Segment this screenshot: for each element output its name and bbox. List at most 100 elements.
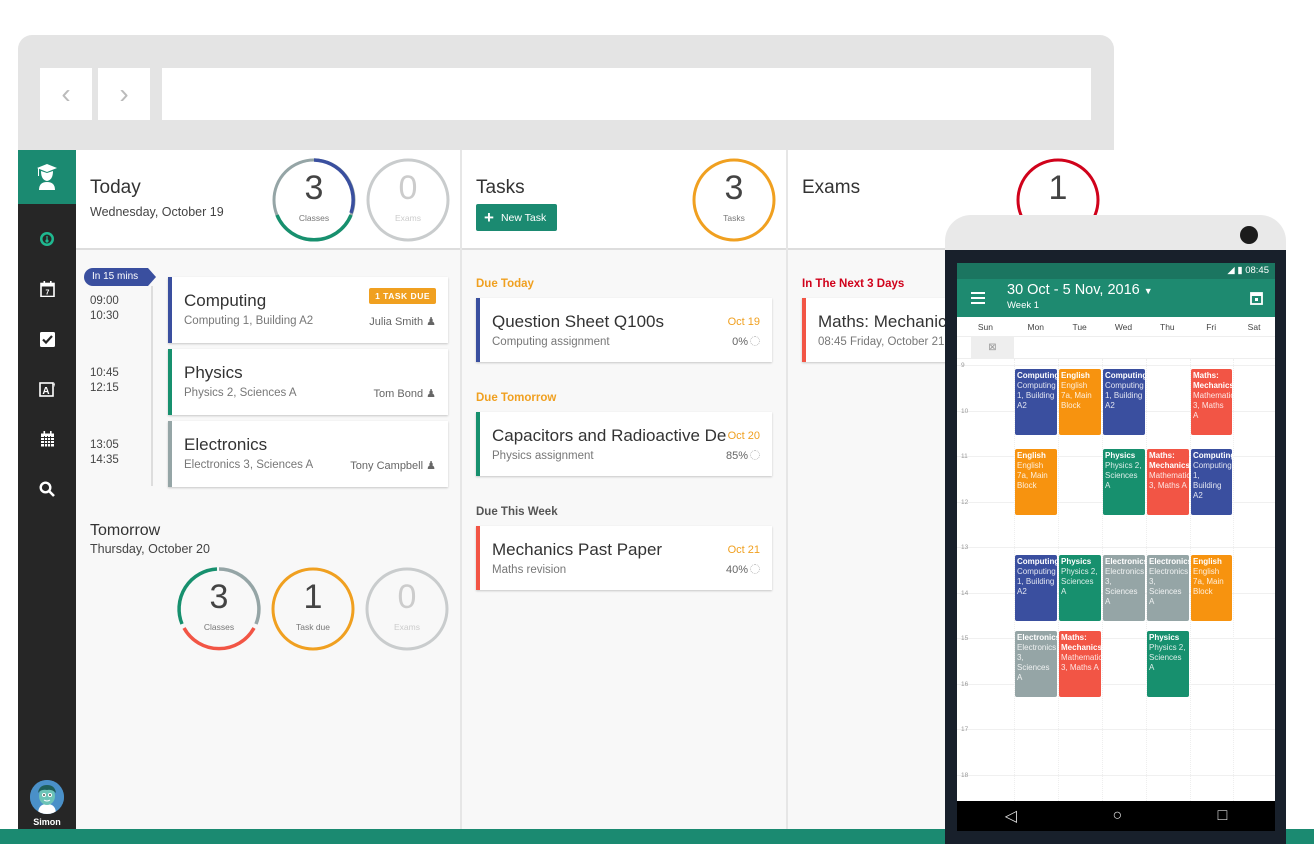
class-card[interactable]: Electronics Electronics 3, Sciences A To…: [168, 421, 448, 487]
calendar-today-icon[interactable]: [1250, 291, 1263, 305]
phone-mockup: ◢ ▮ 08:45 30 Oct - 5 Nov, 2016 ▼ Week 1 …: [945, 215, 1286, 844]
tomorrow-classes-ring[interactable]: 3 Classes: [176, 566, 262, 652]
progress-icon: [750, 336, 760, 346]
svg-text:A: A: [42, 386, 49, 397]
calendar-event[interactable]: English English 7a, Main Block: [1015, 448, 1057, 515]
sidebar-item-dashboard[interactable]: [18, 224, 76, 254]
forward-button[interactable]: ›: [98, 68, 150, 120]
calendar-event[interactable]: Computing Computing 1, Building A2: [1015, 554, 1057, 621]
calendar-event[interactable]: Physics Physics 2, Sciences A: [1147, 630, 1189, 697]
calendar-event[interactable]: Electronics Electronics 3, Sciences A: [1015, 630, 1057, 697]
plus-icon: +: [484, 208, 494, 227]
hour-label: 13: [961, 544, 969, 551]
task-date: Oct 21: [727, 544, 760, 556]
graduate-logo-icon: [37, 164, 57, 190]
sidebar-item-tasks[interactable]: [18, 324, 76, 354]
sidebar-item-calendar[interactable]: 7: [18, 274, 76, 304]
tasks-ring[interactable]: 3 Tasks: [691, 157, 777, 243]
phone-screen: ◢ ▮ 08:45 30 Oct - 5 Nov, 2016 ▼ Week 1 …: [957, 263, 1275, 831]
hour-label: 17: [961, 726, 969, 733]
back-button[interactable]: ‹: [40, 68, 92, 120]
calendar-event[interactable]: Electronics Electronics 3, Sciences A: [1147, 554, 1189, 621]
calendar-event[interactable]: Maths: Mechanics Mathematics 3, Maths A: [1191, 369, 1232, 436]
menu-icon[interactable]: [971, 292, 985, 304]
home-nav-icon[interactable]: ○: [1112, 807, 1122, 825]
svg-text:+: +: [53, 382, 56, 389]
week-label: Week 1: [1007, 300, 1040, 311]
task-progress: 40%: [726, 564, 760, 576]
avatar[interactable]: [30, 780, 64, 814]
class-card[interactable]: Physics Physics 2, Sciences A Tom Bond ♟: [168, 349, 448, 415]
class-card[interactable]: Computing Computing 1, Building A2 1 TAS…: [168, 277, 448, 343]
calendar-event[interactable]: Computing Computing 1, Building A2: [1015, 369, 1057, 436]
week-grid[interactable]: 9 10 11 12 13 14 15 16 17 18 Computing Computing 1…: [957, 359, 1275, 829]
sidebar-item-exams[interactable]: A +: [18, 374, 76, 404]
calendar-event[interactable]: English English 7a, Main Block: [1059, 369, 1101, 436]
logo[interactable]: [18, 150, 76, 204]
hour-label: 11: [961, 453, 968, 460]
calendar-event[interactable]: Physics Physics 2, Sciences A: [1059, 554, 1101, 621]
exams-count: 0: [398, 169, 418, 207]
grid-column-line: [1233, 359, 1234, 829]
hour-label: 16: [961, 680, 969, 688]
calendar-day-icon: 7: [39, 281, 55, 297]
tomorrow-exams-label: Exams: [394, 622, 420, 632]
classes-ring[interactable]: 3 Classes: [271, 157, 357, 243]
tomorrow-tasks-ring[interactable]: 1 Task due: [270, 566, 356, 652]
all-day-row: ⊠: [957, 337, 1275, 359]
chevron-left-icon: ‹: [61, 78, 71, 109]
day-header: Sun: [977, 322, 993, 332]
day-header: Fri: [1206, 322, 1217, 332]
battery-icon: ▮: [1237, 265, 1243, 276]
class-room: Physics 2, Sciences A: [184, 387, 297, 399]
task-card[interactable]: Mechanics Past Paper Maths revision Oct …: [476, 526, 772, 590]
address-bar[interactable]: [162, 68, 1091, 120]
sidebar-item-timetable[interactable]: [18, 424, 76, 454]
new-task-button[interactable]: + New Task: [476, 204, 557, 231]
task-card[interactable]: Question Sheet Q100s Computing assignmen…: [476, 298, 772, 362]
calendar-event[interactable]: Maths: Mechanics Mathematics 3, Maths A: [1059, 630, 1101, 697]
class-time: 09:00 10:30: [90, 295, 119, 322]
timetable-grid-icon: [40, 431, 54, 447]
day-headers: Sun Mon Tue Wed Thu Fri Sat: [957, 317, 1275, 337]
tomorrow-exams-count: 0: [397, 578, 417, 616]
calendar-event[interactable]: Maths: Mechanics Mathematics 3, Maths A: [1147, 448, 1189, 515]
day-header: Thu: [1160, 322, 1175, 332]
today-title: Today: [90, 177, 141, 198]
calendar-event[interactable]: Computing Computing 1, Building A2: [1191, 448, 1232, 515]
task-subtitle: Physics assignment: [492, 450, 594, 462]
class-time: 13:05 14:35: [90, 439, 119, 466]
classes-count: 3: [304, 169, 324, 207]
next-class-badge: In 15 mins: [84, 268, 157, 286]
calendar-event[interactable]: English English 7a, Main Block: [1191, 554, 1232, 621]
exams-ring[interactable]: 0 Exams: [365, 157, 451, 243]
status-bar: ◢ ▮ 08:45: [957, 263, 1275, 279]
dashboard-gauge-icon: [40, 232, 54, 246]
hour-line: [957, 547, 1275, 548]
class-title: Computing: [184, 291, 267, 310]
android-navbar: ◁ ○ □: [957, 801, 1275, 831]
user-avatar-icon: [30, 780, 64, 814]
calendar-event[interactable]: Computing Computing 1, Building A2: [1103, 369, 1145, 436]
tomorrow-exams-ring[interactable]: 0 Exams: [364, 566, 450, 652]
task-due-badge[interactable]: 1 TASK DUE: [369, 288, 436, 304]
camera-icon: [1240, 226, 1258, 244]
back-nav-icon[interactable]: ◁: [1005, 806, 1017, 826]
tomorrow-date: Thursday, October 20: [90, 542, 210, 556]
calendar-event[interactable]: Electronics Electronics 3, Sciences A: [1103, 554, 1145, 621]
task-title: Mechanics Past Paper: [492, 540, 663, 559]
recents-nav-icon[interactable]: □: [1218, 807, 1228, 825]
hour-line: [957, 729, 1275, 730]
svg-text:7: 7: [45, 290, 49, 297]
week-range[interactable]: 30 Oct - 5 Nov, 2016 ▼: [1007, 282, 1153, 298]
class-teacher: Tony Campbell ♟: [350, 460, 436, 472]
exam-time: 08:45 Friday, October 21: [818, 336, 945, 348]
hour-label: 18: [961, 771, 969, 779]
sidebar-item-search[interactable]: [18, 474, 76, 504]
calendar-event[interactable]: Physics Physics 2, Sciences A: [1103, 448, 1145, 515]
hour-line: [957, 638, 1275, 639]
task-date: Oct 20: [727, 430, 760, 442]
section-label: Due Tomorrow: [476, 392, 557, 404]
task-card[interactable]: Capacitors and Radioactive Decay Physics…: [476, 412, 772, 476]
teacher-icon: ♟: [426, 316, 436, 328]
